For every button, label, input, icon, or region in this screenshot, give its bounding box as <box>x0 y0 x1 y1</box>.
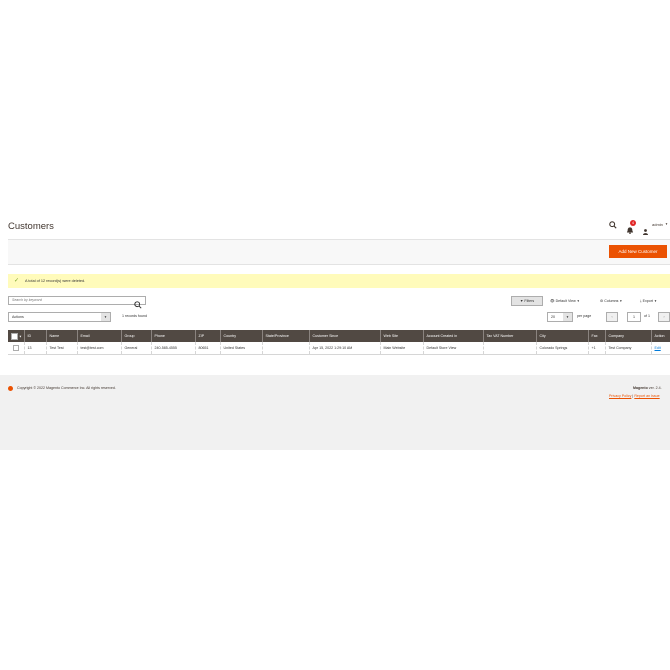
cell-name: Test Test <box>45 342 77 355</box>
column-header-zip[interactable]: ZIP <box>194 330 220 342</box>
view-dropdown[interactable]: 👁 Default View ▼ <box>550 297 580 305</box>
chevron-down-icon: ▼ <box>653 299 657 303</box>
cell-phone: 240-585-4555 <box>150 342 195 355</box>
cell-tax-vat <box>482 342 536 355</box>
footer-links: Privacy Policy | Report an Issue <box>609 394 660 398</box>
row-checkbox[interactable] <box>8 342 24 355</box>
column-header-tax-vat[interactable]: Tax VAT Number <box>482 330 536 342</box>
mass-actions-select[interactable]: Actions <box>8 312 111 322</box>
cell-id: 13 <box>23 342 46 355</box>
version-brand: Magento <box>633 386 648 390</box>
chevron-down-icon: ▼ <box>576 299 580 303</box>
chevron-down-icon: ▼ <box>619 299 623 303</box>
column-header-phone[interactable]: Phone <box>150 330 195 342</box>
per-page-label: per page <box>577 314 592 318</box>
message-text: A total of 12 record(s) were deleted. <box>25 279 86 283</box>
column-header-company[interactable]: Company <box>604 330 651 342</box>
search-input[interactable] <box>8 296 146 305</box>
export-dropdown[interactable]: ⤓ Export ▼ <box>640 297 657 305</box>
page-count: of 1 <box>644 314 650 318</box>
cell-website: Main Website <box>379 342 423 355</box>
view-label: Default View <box>555 299 576 303</box>
page-title: Customers <box>8 221 54 232</box>
user-menu[interactable]: admin <box>652 222 663 227</box>
column-header-email[interactable]: Email <box>76 330 121 342</box>
filters-button[interactable]: ▼ Filters <box>511 296 543 306</box>
search-icon[interactable] <box>133 296 145 309</box>
download-icon: ⤓ <box>640 299 642 303</box>
column-header-fax[interactable]: Fax <box>587 330 605 342</box>
column-header-group[interactable]: Group <box>120 330 151 342</box>
column-header-name[interactable]: Name <box>45 330 77 342</box>
column-header-account-created[interactable]: Account Created in <box>422 330 483 342</box>
prev-page-button[interactable]: ‹ <box>606 312 618 322</box>
user-icon[interactable] <box>643 222 648 235</box>
chevron-down-icon[interactable]: ▼ <box>665 222 668 226</box>
customers-grid: ▼ ID Name Email Group Phone ZIP Country … <box>8 330 670 355</box>
search-icon[interactable] <box>609 221 617 231</box>
report-issue-link[interactable]: Report an Issue <box>634 394 659 398</box>
column-header-state[interactable]: State/Province <box>261 330 309 342</box>
success-message: ✓ A total of 12 record(s) were deleted. <box>8 274 670 288</box>
cell-email: test@test.com <box>76 342 121 355</box>
checkbox-icon <box>13 345 19 351</box>
column-header-id[interactable]: ID <box>23 330 46 342</box>
check-icon: ✓ <box>14 278 20 284</box>
column-header-website[interactable]: Web Site <box>379 330 423 342</box>
export-label: Export <box>642 299 653 303</box>
cell-zip: 80651 <box>194 342 220 355</box>
columns-label: Columns <box>604 299 619 303</box>
cell-account-created: Default Store View <box>422 342 483 355</box>
page-input[interactable]: 1 <box>627 312 641 322</box>
cell-group: General <box>120 342 151 355</box>
filters-label: Filters <box>524 299 535 303</box>
version-number: ver. 2.4. <box>647 386 662 390</box>
chevron-down-icon[interactable]: ▼ <box>101 313 110 321</box>
column-header-action: Action <box>650 330 670 342</box>
checkbox-icon <box>11 332 18 340</box>
column-header-city[interactable]: City <box>535 330 588 342</box>
columns-dropdown[interactable]: ⚙ Columns ▼ <box>600 297 622 305</box>
notification-badge: 4 <box>630 220 636 226</box>
add-new-customer-button[interactable]: Add New Customer <box>609 245 667 258</box>
privacy-policy-link[interactable]: Privacy Policy <box>609 394 631 398</box>
cell-company: Test Company <box>604 342 651 355</box>
admin-page: Customers 4 admin ▼ Add New Customer ✓ A… <box>0 210 670 450</box>
filter-icon: ▼ <box>519 299 524 303</box>
cell-city: Colorado Springs <box>535 342 588 355</box>
copyright-text: Copyright © 2022 Magento Commerce Inc. A… <box>17 386 116 390</box>
records-found: 1 records found <box>122 314 147 318</box>
gear-icon: ⚙ <box>600 299 604 303</box>
cell-customer-since: Apr 15, 2022 1:29:10 AM <box>308 342 380 355</box>
page-actions-bar <box>8 239 670 265</box>
magento-logo-icon <box>8 386 13 391</box>
cell-state <box>261 342 309 355</box>
grid-header-row: ▼ ID Name Email Group Phone ZIP Country … <box>8 330 670 342</box>
cell-country: United States <box>219 342 262 355</box>
chevron-down-icon[interactable]: ▼ <box>563 313 572 321</box>
cell-fax: +1 <box>587 342 605 355</box>
cell-action: Edit <box>650 342 670 355</box>
column-header-country[interactable]: Country <box>219 330 262 342</box>
eye-icon: 👁 <box>550 299 555 303</box>
edit-link[interactable]: Edit <box>655 346 661 350</box>
select-all-checkbox[interactable]: ▼ <box>8 330 24 342</box>
next-page-button[interactable]: › <box>658 312 670 322</box>
table-row[interactable]: 13 Test Test test@test.com General 240-5… <box>8 342 670 355</box>
version-text: Magento ver. 2.4. <box>633 386 662 390</box>
column-header-customer-since[interactable]: Customer Since <box>308 330 380 342</box>
chevron-down-icon: ▼ <box>18 333 22 338</box>
